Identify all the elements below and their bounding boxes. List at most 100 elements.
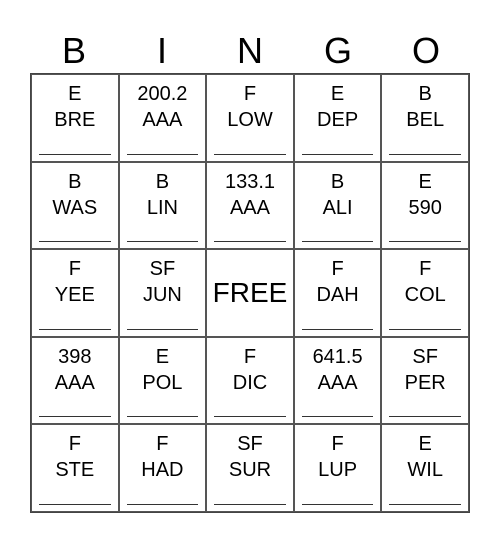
answer-blank-line — [301, 503, 374, 505]
header-letter-o: O — [411, 30, 440, 71]
cell-category: SF — [149, 258, 176, 281]
answer-blank-line — [389, 503, 461, 505]
cell-code: JUN — [142, 284, 182, 307]
bingo-cell[interactable]: B LIN — [118, 161, 207, 250]
header-letter-b: B — [61, 30, 86, 71]
answer-blank-line — [389, 416, 461, 418]
cell-code: COL — [404, 284, 446, 307]
answer-blank-line — [214, 241, 286, 243]
bingo-cell[interactable]: F DIC — [206, 336, 294, 425]
bingo-cell[interactable]: B ALI — [293, 161, 382, 250]
bingo-cell[interactable]: 200.2 AAA — [118, 74, 207, 162]
header-letter-i: I — [156, 30, 167, 71]
bingo-cell[interactable]: F LOW — [206, 74, 294, 162]
header-letter-g: G — [323, 30, 352, 71]
cell-category: F — [331, 433, 344, 456]
cell-category: F — [331, 258, 344, 281]
bingo-cell[interactable]: 641.5 AAA — [293, 336, 382, 425]
answer-blank-line — [389, 241, 461, 243]
cell-code: LOW — [227, 109, 273, 131]
cell-code: HAD — [141, 459, 184, 482]
bingo-cell[interactable]: F DAH — [293, 249, 382, 337]
bingo-cell[interactable]: 133.1 AAA — [206, 161, 294, 250]
answer-blank-line — [126, 503, 199, 505]
cell-code: STE — [55, 459, 95, 482]
cell-category: B — [68, 170, 82, 193]
cell-category: B — [418, 83, 432, 105]
free-space-cell[interactable]: FREE — [206, 249, 294, 337]
answer-blank-line — [126, 416, 199, 418]
cell-category: 398 — [58, 345, 92, 368]
bingo-cell[interactable]: 398 AAA — [31, 336, 119, 425]
answer-blank-line — [301, 241, 374, 243]
answer-blank-line — [126, 241, 199, 243]
cell-category: F — [156, 433, 169, 456]
cell-code: BRE — [54, 109, 96, 131]
bingo-cell[interactable]: E BRE — [31, 74, 119, 162]
bingo-cell[interactable]: SF JUN — [118, 249, 207, 337]
answer-blank-line — [301, 153, 374, 155]
cell-category: E — [418, 170, 432, 193]
cell-code: BEL — [406, 109, 445, 131]
cell-code: AAA — [317, 371, 358, 394]
cell-code: DAH — [316, 284, 359, 307]
cell-category: SF — [237, 433, 263, 456]
cell-code: LUP — [318, 459, 358, 482]
answer-blank-line — [39, 416, 111, 418]
cell-category: E — [330, 83, 345, 105]
bingo-cell[interactable]: SF PER — [381, 336, 469, 425]
answer-blank-line — [126, 328, 199, 330]
cell-code: PER — [404, 371, 446, 394]
cell-code: AAA — [54, 371, 95, 394]
cell-code: ALI — [322, 196, 353, 219]
bingo-cell[interactable]: E WIL — [381, 424, 469, 512]
bingo-cell[interactable]: E DEP — [293, 74, 382, 162]
cell-category: F — [243, 83, 257, 105]
answer-blank-line — [389, 153, 461, 155]
cell-code: LIN — [146, 196, 178, 219]
bingo-cell[interactable]: F HAD — [118, 424, 207, 512]
cell-category: F — [419, 258, 432, 281]
cell-category: E — [418, 433, 432, 456]
bingo-cell[interactable]: B WAS — [31, 161, 119, 250]
bingo-cell[interactable]: B BEL — [381, 74, 469, 162]
bingo-cell[interactable]: F YEE — [31, 249, 119, 337]
answer-blank-line — [389, 328, 461, 330]
cell-category: B — [155, 170, 170, 193]
cell-code: SUR — [228, 459, 272, 482]
cell-category: F — [243, 345, 257, 368]
cell-code: DIC — [232, 371, 268, 394]
bingo-cell[interactable]: E 590 — [381, 161, 469, 250]
header-letter-n: N — [237, 30, 263, 71]
cell-code: POL — [142, 371, 183, 394]
answer-blank-line — [214, 416, 286, 418]
free-space-label: FREE — [212, 276, 288, 308]
bingo-header: B I N G O — [30, 30, 470, 72]
answer-blank-line — [39, 153, 111, 155]
bingo-cell[interactable]: F LUP — [293, 424, 382, 512]
cell-category: 133.1 — [224, 170, 276, 193]
bingo-grid: E BRE 200.2 AAA F LOW E DEP B BEL B WAS B LIN 133.1 AAA… — [30, 73, 470, 513]
answer-blank-line — [214, 153, 286, 155]
answer-blank-line — [39, 328, 111, 330]
cell-category: 641.5 — [312, 345, 363, 368]
cell-code: YEE — [54, 284, 95, 307]
answer-blank-line — [39, 503, 111, 505]
cell-category: E — [155, 345, 170, 368]
bingo-cell[interactable]: E POL — [118, 336, 207, 425]
answer-blank-line — [214, 503, 286, 505]
bingo-cell[interactable]: SF SUR — [206, 424, 294, 512]
cell-category: 200.2 — [137, 83, 188, 105]
cell-category: SF — [412, 345, 438, 368]
cell-category: E — [68, 83, 82, 105]
cell-code: 590 — [408, 196, 442, 219]
cell-category: B — [330, 170, 345, 193]
bingo-cell[interactable]: F STE — [31, 424, 119, 512]
cell-category: F — [68, 258, 81, 281]
answer-blank-line — [301, 328, 374, 330]
bingo-cell[interactable]: F COL — [381, 249, 469, 337]
cell-code: AAA — [142, 109, 183, 131]
cell-code: DEP — [317, 109, 359, 131]
cell-category: F — [68, 433, 81, 456]
answer-blank-line — [39, 241, 111, 243]
